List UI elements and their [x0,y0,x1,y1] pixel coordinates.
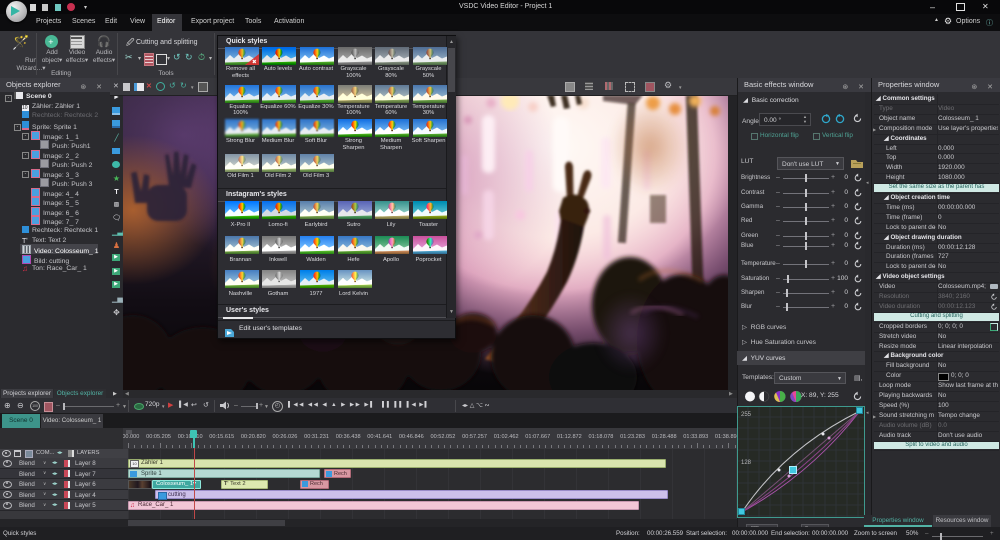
svg-text:✖: ✖ [252,59,257,66]
svg-text:255: 255 [741,412,752,418]
svg-text:128: 128 [741,460,752,466]
